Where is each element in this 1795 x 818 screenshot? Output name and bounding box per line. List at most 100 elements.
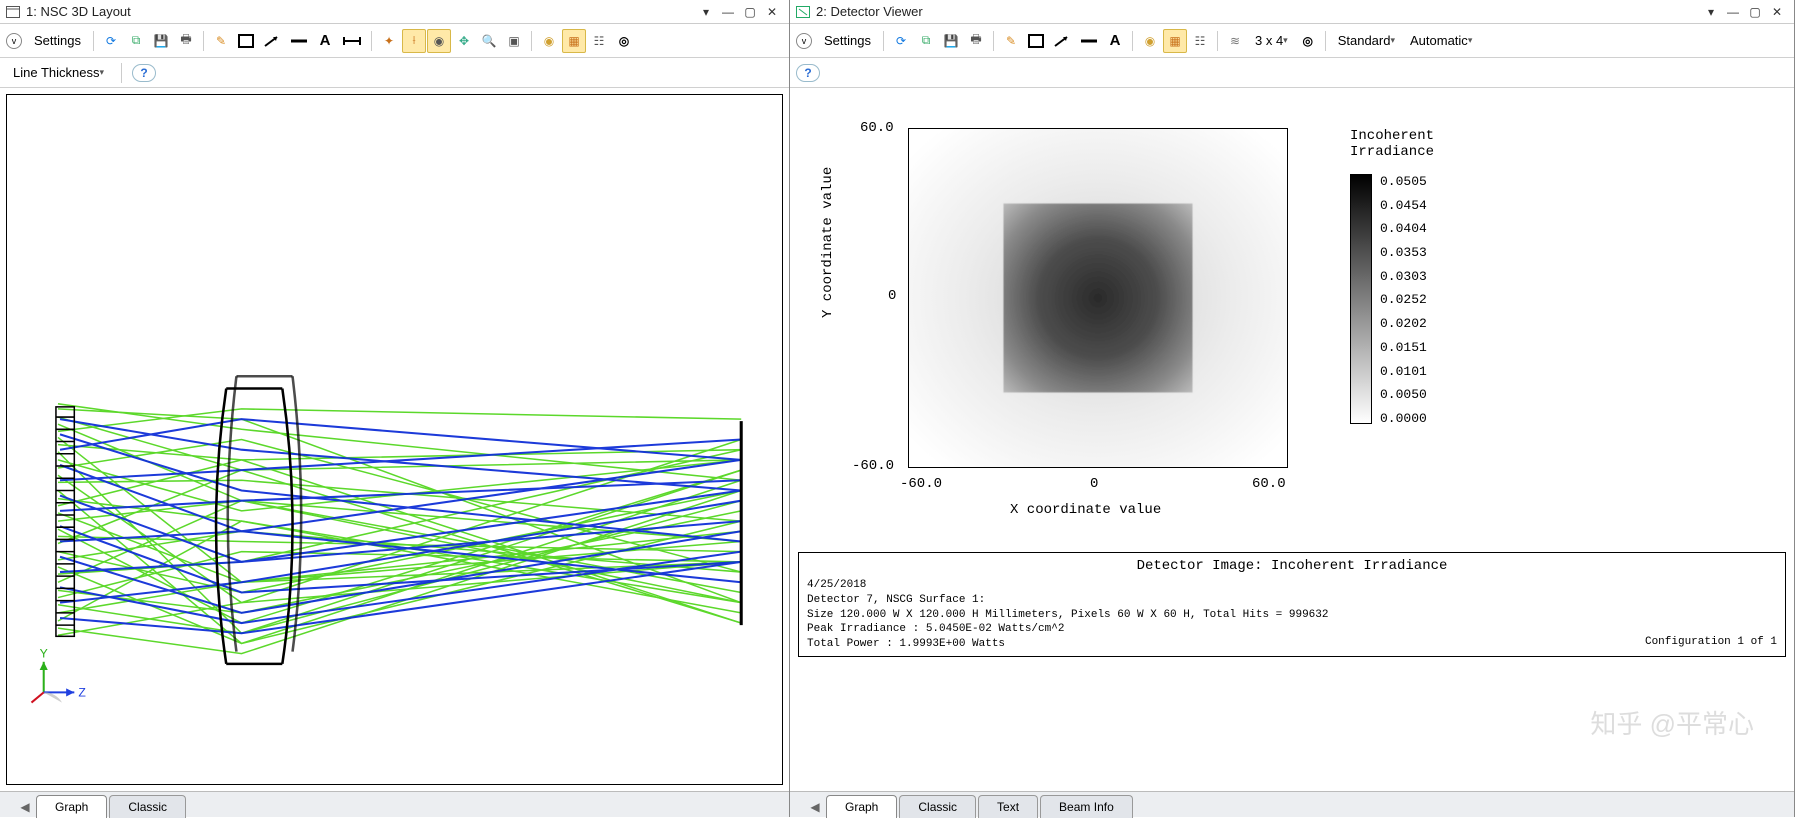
settings-button[interactable]: Settings — [817, 29, 878, 53]
print-icon[interactable]: 🖶 — [964, 29, 988, 53]
tab-classic[interactable]: Classic — [109, 795, 186, 818]
info-line: Detector 7, NSCG Surface 1: — [807, 593, 1777, 608]
layout-icon — [6, 6, 20, 18]
help-icon[interactable]: ? — [796, 64, 820, 82]
arrow-tool-icon[interactable] — [259, 29, 285, 53]
detector-plot[interactable]: Y coordinate value 60.0 0 -60.0 — [790, 88, 1794, 548]
maximize-button[interactable]: ▢ — [1744, 3, 1766, 21]
target-icon[interactable]: ◎ — [1296, 29, 1320, 53]
titlebar-right: 2: Detector Viewer ▾ — ▢ ✕ — [790, 0, 1794, 24]
tab-scroll-left[interactable]: ◀ — [18, 797, 32, 817]
dimension-tool-icon[interactable] — [338, 29, 366, 53]
toolbar2-left: Line Thickness ? — [0, 58, 789, 88]
maximize-button[interactable]: ▢ — [739, 3, 761, 21]
detector-viewer-pane: 2: Detector Viewer ▾ — ▢ ✕ v Settings ⟳ … — [790, 0, 1795, 817]
detector-content: Y coordinate value 60.0 0 -60.0 — [790, 88, 1794, 791]
arrow-tool-icon[interactable] — [1049, 29, 1075, 53]
save-icon[interactable]: 💾 — [939, 29, 963, 53]
separator — [1217, 31, 1218, 51]
close-button[interactable]: ✕ — [761, 3, 783, 21]
perspective-icon[interactable]: ⟊ — [402, 29, 426, 53]
tabs-left: ◀ Graph Classic — [0, 791, 789, 817]
camera-icon[interactable]: ◉ — [537, 29, 561, 53]
options-icon[interactable]: ☷ — [587, 29, 611, 53]
separator — [93, 31, 94, 51]
tab-text[interactable]: Text — [978, 795, 1038, 818]
camera-icon[interactable]: ◉ — [1138, 29, 1162, 53]
dropdown-button[interactable]: ▾ — [1700, 3, 1722, 21]
grid-toggle-icon[interactable]: ▦ — [1163, 29, 1187, 53]
info-line: Total Power : 1.9993E+00 Watts — [807, 637, 1777, 652]
expand-settings-button[interactable]: v — [796, 33, 812, 49]
separator — [993, 31, 994, 51]
pan-icon[interactable]: ✥ — [452, 29, 476, 53]
help-icon[interactable]: ? — [132, 64, 156, 82]
y-tick: 60.0 — [860, 120, 894, 136]
rotate-icon[interactable]: ◉ — [427, 29, 451, 53]
separator — [883, 31, 884, 51]
pencil-icon[interactable]: ✎ — [999, 29, 1023, 53]
rectangle-tool-icon[interactable] — [1024, 29, 1048, 53]
colorbar-gradient — [1350, 174, 1372, 424]
minimize-button[interactable]: — — [717, 3, 739, 21]
grid-size-dropdown[interactable]: 3 x 4 — [1248, 29, 1295, 53]
info-line: 4/25/2018 — [807, 578, 1777, 593]
zoom-icon[interactable]: 🔍 — [477, 29, 501, 53]
x-axis-label: X coordinate value — [1010, 502, 1161, 518]
colorbar-legend: Incoherent Irradiance 0.0505 0.0454 0.04… — [1350, 128, 1434, 426]
tab-graph[interactable]: Graph — [36, 795, 107, 818]
x-tick: -60.0 — [900, 476, 942, 492]
save-icon[interactable]: 💾 — [149, 29, 173, 53]
titlebar-left: 1: NSC 3D Layout ▾ — ▢ ✕ — [0, 0, 789, 24]
axis-z-label: Z — [78, 685, 86, 699]
text-tool-icon[interactable]: A — [1103, 29, 1127, 53]
legend-title: Incoherent Irradiance — [1350, 128, 1434, 160]
line-tool-icon[interactable] — [1076, 29, 1102, 53]
tab-classic[interactable]: Classic — [899, 795, 976, 818]
copy-icon[interactable]: ⧉ — [914, 29, 938, 53]
copy-icon[interactable]: ⧉ — [124, 29, 148, 53]
axis-view-icon[interactable]: ✦ — [377, 29, 401, 53]
watermark: 知乎 @平常心 — [1590, 704, 1754, 741]
expand-settings-button[interactable]: v — [6, 33, 22, 49]
info-line: Size 120.000 W X 120.000 H Millimeters, … — [807, 608, 1777, 623]
settings-button[interactable]: Settings — [27, 29, 88, 53]
options-icon[interactable]: ☷ — [1188, 29, 1212, 53]
rectangle-tool-icon[interactable] — [234, 29, 258, 53]
text-tool-icon[interactable]: A — [313, 29, 337, 53]
view-mode-dropdown[interactable]: Standard — [1331, 29, 1402, 53]
toolbar-left: v Settings ⟳ ⧉ 💾 🖶 ✎ A ✦ ⟊ ◉ ✥ 🔍 ▣ ◉ ▦ ☷… — [0, 24, 789, 58]
fit-icon[interactable]: ▣ — [502, 29, 526, 53]
refresh-icon[interactable]: ⟳ — [99, 29, 123, 53]
dropdown-button[interactable]: ▾ — [695, 3, 717, 21]
pencil-icon[interactable]: ✎ — [209, 29, 233, 53]
tab-scroll-left[interactable]: ◀ — [808, 797, 822, 817]
target-icon[interactable]: ◎ — [612, 29, 636, 53]
line-tool-icon[interactable] — [286, 29, 312, 53]
y-tick: -60.0 — [852, 458, 894, 474]
separator — [1132, 31, 1133, 51]
window-title: 2: Detector Viewer — [816, 4, 1700, 19]
layout-canvas[interactable]: Y Z — [6, 94, 783, 785]
tab-beam-info[interactable]: Beam Info — [1040, 795, 1133, 818]
separator — [121, 63, 122, 83]
minimize-button[interactable]: — — [1722, 3, 1744, 21]
refresh-icon[interactable]: ⟳ — [889, 29, 913, 53]
config-label: Configuration 1 of 1 — [1645, 635, 1777, 650]
grid-toggle-icon[interactable]: ▦ — [562, 29, 586, 53]
line-thickness-dropdown[interactable]: Line Thickness — [6, 61, 111, 85]
tab-graph[interactable]: Graph — [826, 795, 897, 818]
scale-mode-dropdown[interactable]: Automatic — [1403, 29, 1479, 53]
layers-icon[interactable]: ≋ — [1223, 29, 1247, 53]
close-button[interactable]: ✕ — [1766, 3, 1788, 21]
y-tick: 0 — [888, 288, 896, 304]
x-tick: 60.0 — [1252, 476, 1286, 492]
separator — [203, 31, 204, 51]
window-buttons: ▾ — ▢ ✕ — [695, 3, 783, 21]
heatmap-frame — [908, 128, 1288, 468]
print-icon[interactable]: 🖶 — [174, 29, 198, 53]
toolbar-right: v Settings ⟳ ⧉ 💾 🖶 ✎ A ◉ ▦ ☷ ≋ 3 x 4 ◎ S… — [790, 24, 1794, 58]
separator — [1325, 31, 1326, 51]
info-line: Peak Irradiance : 5.0450E-02 Watts/cm^2 — [807, 622, 1777, 637]
separator — [371, 31, 372, 51]
